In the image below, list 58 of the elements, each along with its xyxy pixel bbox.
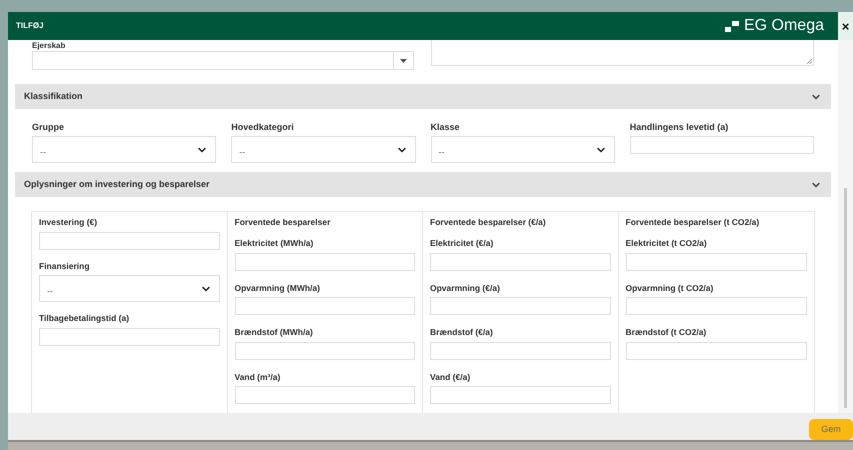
brand-logo-text: EG Omega: [744, 16, 824, 36]
input-field[interactable]: [626, 252, 807, 270]
section-title: Klassifikation: [24, 90, 83, 103]
field-label: Brændstof (MWh/a): [234, 328, 314, 336]
field-label: Elektricitet (t CO2/a): [626, 239, 708, 248]
resize-grip-icon: [807, 59, 812, 64]
field-label: Vand (€/a): [430, 372, 472, 381]
field-label: Elektricitet (€/a): [430, 239, 494, 248]
select-value: --: [47, 284, 53, 298]
field-label: Opvarmning (MWh/a): [234, 284, 321, 292]
field-label: Brændstof (€/a): [430, 328, 494, 336]
select-field[interactable]: [32, 51, 414, 70]
select-field[interactable]: --: [32, 136, 216, 163]
input-field[interactable]: [630, 136, 814, 154]
input-field[interactable]: [39, 328, 220, 346]
field-label: Handlingens levetid (a): [630, 123, 730, 132]
input-field[interactable]: [626, 297, 807, 315]
dialog-title: TILFØJ: [16, 20, 44, 32]
close-button[interactable]: ×: [838, 12, 853, 40]
field-label: Ejerskab: [32, 41, 66, 50]
field-label: Opvarmning (€/a): [430, 284, 501, 292]
field-label: Brændstof (t CO2/a): [626, 328, 708, 336]
select-value: --: [239, 146, 246, 159]
input-field[interactable]: [234, 386, 415, 404]
column-heading: Forventede besparelser (t CO2/a): [626, 218, 760, 226]
input-field[interactable]: [234, 297, 415, 315]
select-field[interactable]: --: [39, 275, 220, 302]
input-field[interactable]: [234, 342, 415, 360]
input-field[interactable]: [39, 232, 220, 250]
input-field[interactable]: [430, 342, 610, 360]
textarea-field[interactable]: [431, 40, 814, 66]
field-label: Elektricitet (MWh/a): [234, 239, 314, 248]
select-value: --: [438, 146, 444, 159]
save-button[interactable]: Gem: [809, 419, 853, 440]
field-label: Gruppe: [32, 123, 66, 132]
field-label: Vand (m³/a): [234, 372, 282, 381]
select-field[interactable]: --: [231, 136, 416, 163]
section-title: Oplysninger om investering og besparelser: [24, 178, 210, 191]
scrollbar-thumb[interactable]: [844, 188, 847, 408]
logo-icon: [724, 20, 739, 32]
select-value: --: [40, 146, 46, 159]
section-header[interactable]: Oplysninger om investering og besparelser: [15, 172, 831, 197]
dropdown-triangle-icon: [400, 58, 408, 62]
input-field[interactable]: [430, 297, 610, 315]
input-field[interactable]: [626, 342, 807, 360]
field-label: Hovedkategori: [231, 123, 295, 132]
column-heading: Forventede besparelser (€/a): [430, 218, 547, 226]
input-field[interactable]: [430, 252, 610, 270]
select-field[interactable]: --: [430, 136, 615, 163]
input-field[interactable]: [430, 386, 610, 404]
input-field[interactable]: [234, 252, 415, 270]
section-header[interactable]: Klassifikation: [15, 84, 831, 109]
field-label: Finansiering: [39, 262, 91, 270]
field-label: Investering (€): [39, 218, 98, 226]
field-label: Opvarmning (t CO2/a): [626, 284, 714, 292]
column-heading: Forventede besparelser: [234, 218, 332, 226]
field-label: Tilbagebetalingstid (a): [39, 314, 130, 322]
field-label: Klasse: [430, 123, 461, 132]
